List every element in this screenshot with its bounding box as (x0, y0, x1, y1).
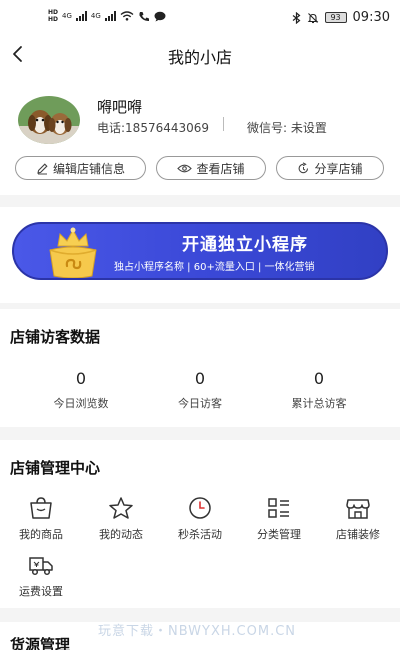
store-phone: 电话:18576443069 (97, 121, 210, 135)
management-section-title: 店铺管理中心 (10, 459, 101, 477)
clock-icon (189, 497, 211, 519)
battery-indicator: 93 (324, 12, 347, 23)
view-store-label: 查看店铺 (196, 161, 245, 176)
hd-label: HD (48, 9, 59, 16)
edit-store-button[interactable]: 编辑店铺信息 (15, 156, 146, 180)
view-store-button[interactable]: 查看店铺 (156, 156, 266, 180)
status-left: HD HD 4G 4G (48, 9, 166, 23)
banner-subtitle: 独占小程序名称 | 60+流量入口 | 一体化营销 (114, 262, 315, 273)
store-avatar[interactable] (18, 96, 80, 144)
page-title: 我的小店 (167, 48, 232, 67)
stat-label: 今日浏览数 (53, 397, 109, 410)
edit-icon (37, 162, 48, 174)
status-right: 93 09:30 (292, 10, 390, 25)
store-name: 嘚吧嘚 (97, 98, 143, 116)
store-info-card: 嘚吧嘚 电话:18576443069 微信号: 未设置 编辑店铺信息 查看店铺 … (0, 76, 400, 195)
bluetooth-icon (292, 11, 300, 24)
watermark: 玩意下载・NBWYXH.COM.CN (98, 624, 297, 639)
stat-value: 0 (313, 369, 325, 388)
bag-icon (30, 497, 52, 519)
signal-icon (104, 11, 116, 21)
store-decoration-button[interactable]: 店铺装修 (323, 496, 393, 542)
category-management-button[interactable]: 分类管理 (244, 496, 314, 542)
share-icon (299, 161, 309, 173)
nav-header: 我的小店 (0, 34, 400, 76)
status-bar: HD HD 4G 4G 93 09:30 (0, 0, 400, 34)
stat-today-views[interactable]: 0 今日浏览数 (21, 369, 141, 411)
management-center-card: 店铺管理中心 我的商品 我的动态 秒杀活动 分类管理 店铺装修 运费设置 (0, 440, 400, 608)
category-icon (268, 498, 289, 518)
status-time: 09:30 (352, 10, 390, 25)
shipping-settings-button[interactable]: 运费设置 (6, 553, 76, 599)
hd-label: HD (48, 16, 59, 23)
shop-icon (346, 499, 370, 519)
edit-store-label: 编辑店铺信息 (52, 161, 125, 176)
signal-icon (75, 11, 87, 21)
stat-value: 0 (194, 369, 206, 388)
store-decoration-label: 店铺装修 (336, 528, 380, 541)
flash-sale-button[interactable]: 秒杀活动 (165, 496, 235, 542)
stat-label: 累计总访客 (291, 397, 347, 410)
message-icon (154, 11, 166, 21)
share-store-button[interactable]: 分享店铺 (276, 156, 384, 180)
stat-total-visitors[interactable]: 0 累计总访客 (259, 369, 379, 411)
visitor-data-card: 店铺访客数据 0 今日浏览数 0 今日访客 0 累计总访客 (0, 309, 400, 427)
supply-section-title: 货源管理 (10, 636, 71, 650)
store-wechat: 微信号: 未设置 (247, 121, 327, 135)
truck-icon (29, 557, 53, 576)
visitor-section-title: 店铺访客数据 (10, 328, 101, 346)
stat-value: 0 (75, 369, 87, 388)
eye-icon (177, 164, 193, 172)
stat-label: 今日访客 (178, 397, 222, 410)
divider (223, 117, 224, 131)
network-label: 4G (90, 12, 101, 20)
share-store-label: 分享店铺 (314, 161, 363, 176)
banner-section: 开通独立小程序 独占小程序名称 | 60+流量入口 | 一体化营销 (0, 207, 400, 303)
my-products-button[interactable]: 我的商品 (6, 496, 76, 542)
mute-icon (307, 12, 318, 23)
my-posts-label: 我的动态 (99, 528, 143, 541)
mini-program-banner[interactable]: 开通独立小程序 独占小程序名称 | 60+流量入口 | 一体化营销 (12, 222, 388, 280)
hd-indicator: HD HD (48, 9, 58, 23)
flash-sale-label: 秒杀活动 (178, 528, 222, 541)
shipping-settings-label: 运费设置 (19, 585, 63, 598)
wifi-icon (120, 11, 134, 21)
network-label: 4G (62, 12, 72, 20)
my-products-label: 我的商品 (19, 528, 63, 541)
call-icon (139, 11, 149, 21)
banner-title: 开通独立小程序 (182, 235, 308, 255)
my-posts-button[interactable]: 我的动态 (86, 496, 156, 542)
category-management-label: 分类管理 (257, 528, 301, 541)
star-icon (109, 497, 133, 519)
stat-today-visitors[interactable]: 0 今日访客 (140, 369, 260, 411)
